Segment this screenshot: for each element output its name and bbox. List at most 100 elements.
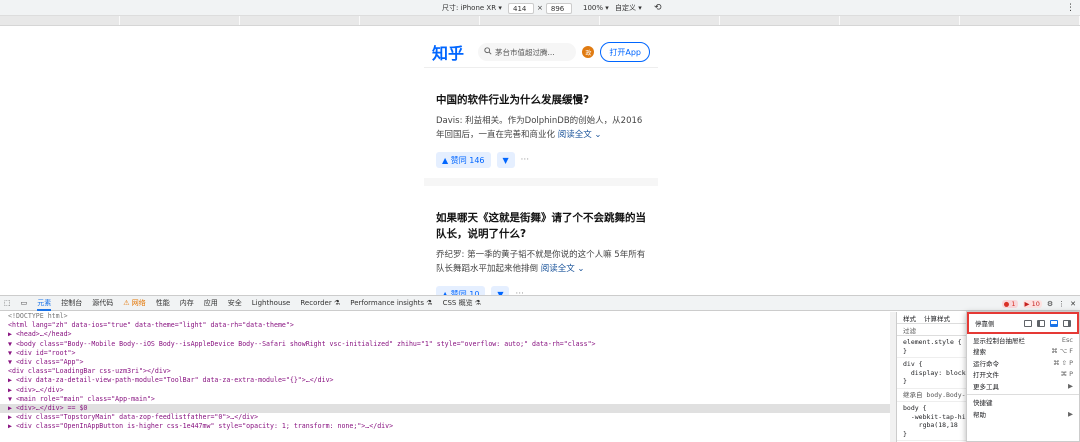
media-query-bar[interactable] [0, 16, 1080, 26]
dom-line[interactable]: ▶ <div class="TopstoryMain" data-zop-fee… [0, 413, 890, 422]
error-count-badge[interactable]: ● 1 [1001, 299, 1018, 308]
dom-line[interactable]: ▼ <div class="App"> [0, 358, 890, 367]
zhihu-logo[interactable]: 知乎 [432, 40, 472, 64]
tab-performance-insights[interactable]: Performance insights ⚗ [350, 299, 432, 307]
dom-line[interactable]: ▶ <head>…</head> [0, 330, 890, 339]
device-toolbar: 尺寸: iPhone XR ▾ 414 × 896 100% ▾ 自定义 ▾ ⟲… [0, 0, 1080, 16]
tab-styles[interactable]: 样式 [903, 313, 916, 323]
dock-side-row: 停靠侧 [967, 312, 1079, 334]
dock-left-icon[interactable] [1037, 319, 1045, 327]
kebab-menu-icon[interactable]: ⋮ [1058, 300, 1065, 308]
device-viewport: 知乎 茅台市值超过腾... 政 打开App 中国的软件行业为什么发展缓慢? Da… [0, 27, 1080, 295]
menu-item-shortcuts[interactable]: 快捷键 [967, 397, 1079, 409]
read-more-link[interactable]: 阅读全文 ⌄ [541, 264, 585, 274]
dock-right-icon[interactable] [1063, 319, 1071, 327]
rotate-icon[interactable]: ⟲ [654, 0, 662, 16]
dom-line[interactable]: ▼ <main role="main" class="App-main"> [0, 395, 890, 404]
elements-tree[interactable]: <!DOCTYPE html> <html lang="zh" data-ios… [0, 312, 890, 442]
menu-item-open-file[interactable]: 打开文件 ⌘ P [967, 369, 1079, 381]
inspect-element-icon[interactable]: ⬚ [4, 299, 11, 307]
close-icon[interactable]: ✕ [1070, 300, 1076, 308]
undock-icon[interactable] [1024, 319, 1032, 327]
upvote-button[interactable]: ▲ 赞同 146 [436, 152, 491, 168]
menu-item-label: 更多工具 [973, 382, 999, 391]
card-title[interactable]: 如果哪天《这就是街舞》请了个不会跳舞的当队长，说明了什么? [436, 210, 646, 242]
dom-line[interactable]: <div class="LoadingBar css-uzm3ri"></div… [0, 367, 890, 376]
menu-item-help[interactable]: 帮助 ▶ [967, 408, 1079, 420]
dom-line[interactable]: ▶ <div class="OpenInAppButton is-higher … [0, 422, 890, 431]
menu-item-shortcut: ⌘ ⌥ F [1051, 347, 1073, 356]
menu-item-label: 搜索 [973, 348, 986, 357]
zoom-label[interactable]: 100% ▾ [583, 4, 609, 12]
submenu-arrow-icon: ▶ [1068, 409, 1073, 418]
devtools-customize-menu: 停靠侧 显示控制台抽屉栏 Esc 搜索 ⌘ ⌥ F 运行命令 ⌘ ⇧ P 打开文… [966, 311, 1080, 442]
feed-card[interactable]: 如果哪天《这就是街舞》请了个不会跳舞的当队长，说明了什么? 乔纪罗: 第一季的黄… [424, 186, 658, 295]
card-author: 乔纪罗: [436, 250, 465, 260]
downvote-button[interactable]: ▼ [496, 152, 515, 168]
throttle-select[interactable]: 自定义 ▾ [615, 0, 642, 16]
avatar[interactable]: 政 [582, 46, 595, 58]
open-app-button[interactable]: 打开App [600, 42, 650, 62]
tab-css-overview[interactable]: CSS 概览 ⚗ [443, 298, 482, 308]
feed-card[interactable]: 中国的软件行业为什么发展缓慢? Davis: 利益相关。作为DolphinDB的… [424, 68, 658, 178]
tab-performance[interactable]: 性能 [156, 298, 170, 308]
height-input[interactable]: 896 [545, 2, 572, 14]
tab-network[interactable]: ⚠ 网络 [123, 298, 146, 308]
read-more-link[interactable]: 阅读全文 ⌄ [558, 130, 602, 140]
menu-item-search[interactable]: 搜索 ⌘ ⌥ F [967, 346, 1079, 358]
more-icon[interactable]: ··· [521, 155, 530, 165]
dock-side-label: 停靠侧 [975, 320, 995, 328]
device-select[interactable]: 尺寸: iPhone XR ▾ [442, 0, 502, 16]
menu-item-run-command[interactable]: 运行命令 ⌘ ⇧ P [967, 357, 1079, 369]
card-excerpt[interactable]: Davis: 利益相关。作为DolphinDB的创始人，从2016年回国后，一直… [436, 114, 646, 142]
more-options-icon[interactable]: ⋮ [1066, 0, 1075, 16]
menu-item-shortcut: ⌘ P [1060, 370, 1074, 379]
times-sign: × [537, 4, 543, 12]
menu-item-label: 帮助 [973, 410, 986, 419]
dom-line[interactable]: ▶ <div data-za-detail-view-path-module="… [0, 376, 890, 385]
card-title[interactable]: 中国的软件行业为什么发展缓慢? [436, 92, 646, 108]
tab-console[interactable]: 控制台 [61, 298, 82, 308]
devtools-panel: ⬚ ▭ 元素 控制台 源代码 ⚠ 网络 性能 内存 应用 安全 Lighthou… [0, 295, 1080, 442]
tab-application[interactable]: 应用 [204, 298, 218, 308]
menu-item-more-tools[interactable]: 更多工具 ▶ [967, 380, 1079, 392]
issues-count-badge[interactable]: ▶ 10 [1022, 299, 1042, 308]
dom-line-selected[interactable]: ▶ <div>…</div> == $0 [0, 404, 890, 414]
dom-line[interactable]: ▼ <div id="root"> [0, 349, 890, 358]
tab-recorder[interactable]: Recorder ⚗ [300, 299, 340, 307]
tab-memory[interactable]: 内存 [180, 298, 194, 308]
settings-gear-icon[interactable]: ⚙ [1047, 300, 1053, 308]
zoom-select[interactable]: 100% ▾ [583, 0, 609, 16]
tab-computed[interactable]: 计算样式 [924, 313, 950, 323]
search-placeholder: 茅台市值超过腾... [495, 47, 555, 57]
card-body-text: 利益相关。作为DolphinDB的创始人，从2016年回国后，一直在完善和商业化 [436, 116, 643, 140]
menu-item-shortcut: ⌘ ⇧ P [1053, 358, 1073, 367]
tab-sources[interactable]: 源代码 [92, 298, 113, 308]
menu-item-label: 快捷键 [973, 399, 993, 408]
dom-line[interactable]: ▼ <body class="Body--Mobile Body--iOS Bo… [0, 340, 890, 349]
submenu-arrow-icon: ▶ [1068, 381, 1073, 390]
throttle-label[interactable]: 自定义 ▾ [615, 3, 642, 13]
devtools-tabbar: ⬚ ▭ 元素 控制台 源代码 ⚠ 网络 性能 内存 应用 安全 Lighthou… [0, 296, 1080, 311]
menu-item-show-drawer[interactable]: 显示控制台抽屉栏 Esc [967, 334, 1079, 346]
device-size-label[interactable]: 尺寸: iPhone XR ▾ [442, 3, 502, 13]
card-excerpt[interactable]: 乔纪罗: 第一季的黄子韬不就是你说的这个人嘛 5年所有队长舞蹈水平加起来他排倒 … [436, 248, 646, 276]
menu-item-label: 打开文件 [973, 371, 999, 380]
dom-line[interactable]: <html lang="zh" data-ios="true" data-the… [0, 321, 890, 330]
card-author: Davis: [436, 116, 463, 126]
tab-elements[interactable]: 元素 [37, 296, 52, 311]
menu-item-label: 运行命令 [973, 359, 999, 368]
dom-line[interactable]: ▶ <div>…</div> [0, 386, 890, 395]
menu-item-label: 显示控制台抽屉栏 [973, 336, 1025, 345]
zhihu-mobile-page: 知乎 茅台市值超过腾... 政 打开App 中国的软件行业为什么发展缓慢? Da… [424, 37, 658, 295]
downvote-button[interactable]: ▼ [491, 286, 510, 295]
search-input[interactable]: 茅台市值超过腾... [478, 43, 577, 61]
device-toolbar-icon[interactable]: ▭ [21, 299, 28, 307]
dock-bottom-icon[interactable] [1050, 319, 1058, 327]
tab-security[interactable]: 安全 [228, 298, 242, 308]
width-input[interactable]: 414 [508, 2, 534, 14]
upvote-button[interactable]: ▲ 赞同 10 [436, 286, 486, 295]
dom-line[interactable]: <!DOCTYPE html> [0, 312, 890, 321]
zhihu-header: 知乎 茅台市值超过腾... 政 打开App [424, 37, 658, 68]
tab-lighthouse[interactable]: Lighthouse [252, 299, 291, 307]
